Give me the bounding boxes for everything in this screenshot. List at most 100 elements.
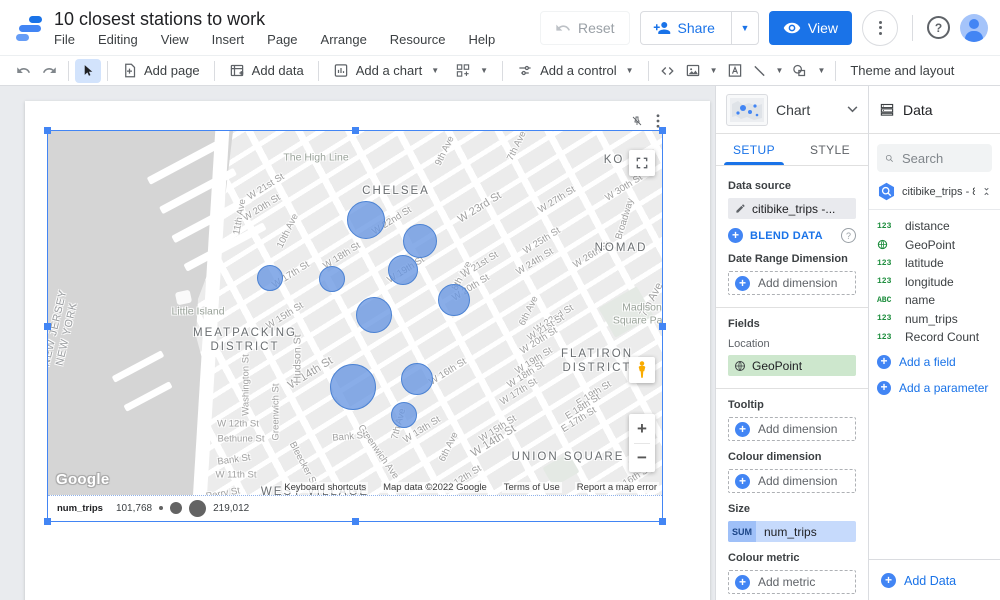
shape-tool-button[interactable]: ▼: [787, 59, 829, 83]
menu-arrange[interactable]: Arrange: [321, 32, 367, 47]
station-bubble[interactable]: [438, 284, 470, 316]
report-title[interactable]: 10 closest stations to work: [54, 9, 495, 29]
bigquery-source-icon: [878, 182, 895, 201]
attribution-item[interactable]: Report a map error: [574, 482, 659, 493]
menu-file[interactable]: File: [54, 32, 75, 47]
theme-and-layout-button[interactable]: Theme and layout: [842, 59, 962, 83]
menu-page[interactable]: Page: [267, 32, 297, 47]
line-tool-button[interactable]: ▼: [748, 59, 788, 83]
blend-help-icon[interactable]: ?: [841, 228, 856, 243]
share-button[interactable]: Share ▼: [639, 10, 759, 45]
legend-max-value: 219,012: [213, 502, 250, 514]
field-row[interactable]: 123 latitude: [877, 254, 992, 273]
select-cursor-button[interactable]: [75, 58, 101, 83]
view-button[interactable]: View: [768, 10, 852, 45]
share-dropdown-caret[interactable]: ▼: [730, 11, 758, 44]
add-date-dimension-button[interactable]: + Add dimension: [728, 271, 856, 295]
tab-style[interactable]: STYLE: [792, 134, 868, 165]
field-row[interactable]: 123 distance: [877, 217, 992, 236]
add-colour-metric-button[interactable]: + Add metric: [728, 570, 856, 594]
station-bubble[interactable]: [319, 266, 345, 292]
station-bubble[interactable]: [347, 201, 385, 239]
field-row[interactable]: 123 num_trips: [877, 310, 992, 329]
selection-handle-se[interactable]: [659, 518, 666, 525]
field-row[interactable]: GeoPoint: [877, 236, 992, 255]
add-page-button[interactable]: Add page: [114, 59, 208, 83]
station-bubble[interactable]: [391, 402, 417, 428]
station-bubble[interactable]: [257, 265, 283, 291]
station-bubble[interactable]: [403, 224, 437, 258]
help-icon[interactable]: ?: [927, 16, 950, 39]
collapse-icon[interactable]: [981, 186, 992, 197]
more-options-button[interactable]: [862, 9, 898, 46]
reset-button[interactable]: Reset: [539, 10, 630, 45]
selection-handle-sw[interactable]: [44, 518, 51, 525]
zoom-out-button[interactable]: −: [629, 444, 655, 472]
pin-off-icon[interactable]: [631, 115, 643, 127]
station-bubble[interactable]: [401, 363, 433, 395]
field-name: distance: [905, 219, 950, 234]
menu-editing[interactable]: Editing: [98, 32, 138, 47]
avatar[interactable]: [960, 13, 988, 42]
attribution-item[interactable]: Keyboard shortcuts: [282, 482, 369, 493]
undo-button[interactable]: [10, 59, 36, 83]
tab-setup[interactable]: SETUP: [716, 134, 792, 165]
data-source-row[interactable]: citibike_trips - 8/1...: [869, 178, 1000, 210]
google-logo[interactable]: Google: [56, 471, 109, 488]
blend-data-button[interactable]: + BLEND DATA ?: [728, 228, 856, 243]
add-data-button[interactable]: + Add Data: [869, 559, 1000, 600]
zoom-in-button[interactable]: +: [629, 415, 655, 443]
add-a-parameter-button[interactable]: + Add a parameter: [877, 377, 992, 399]
menu-view[interactable]: View: [161, 32, 189, 47]
insert-image-button[interactable]: ▼: [681, 59, 722, 83]
selection-handle-n[interactable]: [352, 127, 359, 134]
report-page[interactable]: W 21st St W 20th St 11th Ave 10th Ave 9th Av…: [25, 101, 710, 600]
add-control-button[interactable]: Add a control ▼: [509, 59, 642, 83]
embed-url-button[interactable]: [655, 59, 681, 83]
plus-icon: +: [877, 380, 891, 395]
text-box-button[interactable]: [722, 59, 748, 83]
aggregation-badge: SUM: [728, 521, 756, 542]
shape-icon: [793, 64, 806, 77]
redo-button[interactable]: [36, 59, 62, 83]
bubble-map-chart[interactable]: W 21st St W 20th St 11th Ave 10th Ave 9th Av…: [44, 114, 666, 525]
add-chart-button[interactable]: Add a chart ▼: [325, 59, 447, 83]
add-a-field-button[interactable]: + Add a field: [877, 351, 992, 373]
street-view-pegman-button[interactable]: [629, 357, 655, 383]
add-tooltip-dimension-button[interactable]: + Add dimension: [728, 417, 856, 441]
selection-handle-ne[interactable]: [659, 127, 666, 134]
attribution-item[interactable]: Terms of Use: [501, 482, 562, 493]
menu-help[interactable]: Help: [468, 32, 495, 47]
chart-type-selector-label[interactable]: Chart: [776, 102, 839, 118]
field-search-box[interactable]: [877, 144, 992, 172]
community-visualizations-button[interactable]: ▼: [447, 59, 496, 83]
field-row[interactable]: ABC name: [877, 291, 992, 310]
map-fullscreen-button[interactable]: [629, 150, 655, 176]
search-input[interactable]: [900, 149, 984, 167]
field-type-badge: 123: [877, 258, 892, 268]
selection-handle-w[interactable]: [44, 323, 51, 330]
add-colour-dimension-button[interactable]: + Add dimension: [728, 469, 856, 493]
selection-handle-e[interactable]: [659, 323, 666, 330]
field-row[interactable]: 123 Record Count: [877, 328, 992, 347]
menu-resource[interactable]: Resource: [390, 32, 446, 47]
selection-handle-nw[interactable]: [44, 127, 51, 134]
location-geopoint-chip[interactable]: GeoPoint: [728, 355, 856, 376]
station-bubble[interactable]: [330, 364, 376, 410]
looker-studio-logo-icon[interactable]: [16, 15, 44, 41]
station-bubble[interactable]: [388, 255, 418, 285]
edit-pencil-icon[interactable]: [728, 203, 752, 214]
report-canvas[interactable]: W 21st St W 20th St 11th Ave 10th Ave 9th Av…: [0, 86, 715, 600]
add-page-icon: [125, 63, 136, 78]
chevron-down-icon[interactable]: [847, 106, 858, 113]
data-source-chip[interactable]: citibike_trips -...: [728, 198, 856, 219]
chart-type-thumbnail[interactable]: [726, 93, 768, 126]
station-bubble[interactable]: [356, 297, 392, 333]
menu-insert[interactable]: Insert: [212, 32, 245, 47]
chart-more-icon[interactable]: [656, 114, 660, 128]
size-metric-chip[interactable]: SUM num_trips: [728, 521, 856, 542]
selection-handle-s[interactable]: [352, 518, 359, 525]
field-row[interactable]: 123 longitude: [877, 273, 992, 292]
map-canvas[interactable]: W 21st St W 20th St 11th Ave 10th Ave 9th Av…: [48, 131, 662, 495]
add-data-button[interactable]: Add data: [221, 59, 312, 83]
